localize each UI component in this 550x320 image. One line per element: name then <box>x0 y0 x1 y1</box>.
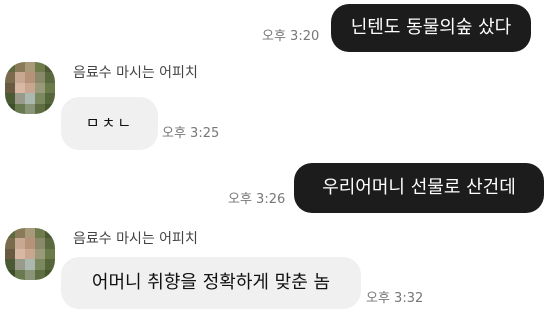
message-bubble[interactable]: ㅁㅊㄴ <box>61 97 158 150</box>
sender-name: 음료수 마시는 어피치 <box>73 65 198 81</box>
message-time: 오후 3:20 <box>262 29 320 44</box>
message-time: 오후 3:26 <box>228 192 286 207</box>
avatar[interactable] <box>5 228 55 280</box>
message-bubble[interactable]: 우리어머니 선물로 산건데 <box>294 163 544 213</box>
avatar[interactable] <box>5 62 55 114</box>
message-time: 오후 3:25 <box>162 126 220 141</box>
message-bubble[interactable]: 닌텐도 동물의숲 샀다 <box>331 4 531 52</box>
sender-name: 음료수 마시는 어피치 <box>73 231 198 247</box>
message-bubble[interactable]: 어머니 취향을 정확하게 맞춘 놈 <box>61 257 361 309</box>
message-time: 오후 3:32 <box>366 291 424 306</box>
